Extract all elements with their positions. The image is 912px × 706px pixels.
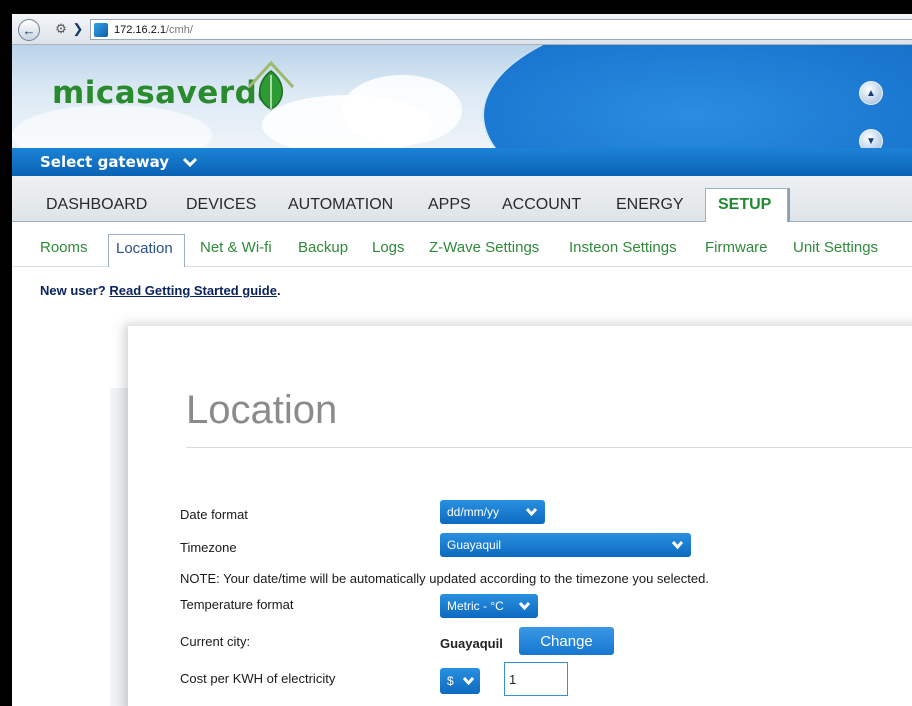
change-city-button[interactable]: Change bbox=[519, 627, 614, 655]
location-panel: Location Date format dd/mm/yy Timezone G… bbox=[128, 326, 912, 706]
date-format-select[interactable]: dd/mm/yy bbox=[440, 500, 545, 524]
browser-window: ← ⚙ ❯ 172.16.2.1/cmh/ micasaverde ▲ ▼ Se… bbox=[12, 14, 912, 706]
cost-per-kwh-input[interactable] bbox=[504, 662, 568, 696]
back-arrow-icon[interactable]: ← bbox=[18, 19, 40, 41]
current-city-value: Guayaquil bbox=[440, 636, 503, 651]
current-city-label: Current city: bbox=[180, 634, 251, 649]
timezone-select[interactable]: Guayaquil bbox=[440, 533, 691, 557]
tab-dashboard[interactable]: DASHBOARD bbox=[46, 196, 147, 214]
subtab-firmware[interactable]: Firmware bbox=[705, 239, 768, 256]
new-user-notice: New user? Read Getting Started guide. bbox=[40, 283, 281, 298]
subtab-zwave-settings[interactable]: Z-Wave Settings bbox=[429, 239, 539, 256]
subtab-rooms[interactable]: Rooms bbox=[40, 239, 88, 256]
temperature-format-label: Temperature format bbox=[180, 597, 294, 612]
cost-per-kwh-label: Cost per KWH of electricity bbox=[180, 671, 336, 686]
date-format-label: Date format bbox=[180, 507, 248, 522]
temperature-format-value: Metric - °C bbox=[447, 599, 504, 613]
url-field[interactable]: 172.16.2.1/cmh/ bbox=[90, 19, 912, 40]
main-nav: DASHBOARD DEVICES AUTOMATION APPS ACCOUN… bbox=[12, 176, 912, 223]
tab-setup[interactable]: SETUP bbox=[705, 188, 788, 223]
currency-value: $ bbox=[447, 674, 454, 688]
address-bar: ← ⚙ ❯ 172.16.2.1/cmh/ bbox=[12, 14, 912, 45]
title-divider bbox=[186, 447, 912, 448]
url-host: 172.16.2.1 bbox=[114, 23, 166, 36]
site-favicon-icon bbox=[94, 22, 108, 37]
timezone-note: NOTE: Your date/time will be automatical… bbox=[180, 571, 709, 586]
url-path: /cmh/ bbox=[166, 23, 193, 36]
cloud-decoration bbox=[342, 75, 462, 145]
new-user-suffix: . bbox=[276, 283, 281, 298]
tab-devices[interactable]: DEVICES bbox=[186, 196, 256, 214]
key-icon[interactable]: ⚙ bbox=[52, 20, 70, 38]
chevron-down-icon bbox=[462, 676, 475, 686]
getting-started-link[interactable]: Read Getting Started guide bbox=[109, 283, 277, 298]
cloud-decoration bbox=[12, 105, 212, 148]
gateway-bar[interactable]: Select gateway bbox=[12, 148, 912, 176]
chevron-down-icon bbox=[525, 507, 538, 517]
timezone-value: Guayaquil bbox=[447, 538, 502, 552]
chevron-down-icon bbox=[518, 601, 531, 611]
subtab-logs[interactable]: Logs bbox=[372, 239, 405, 256]
date-format-value: dd/mm/yy bbox=[447, 505, 500, 519]
tab-energy[interactable]: ENERGY bbox=[616, 196, 684, 214]
subtab-location[interactable]: Location bbox=[108, 234, 185, 267]
page-title: Location bbox=[186, 388, 338, 432]
timezone-label: Timezone bbox=[180, 540, 237, 555]
subtab-location-label: Location bbox=[116, 240, 173, 257]
scroll-down-icon[interactable]: ▼ bbox=[859, 129, 883, 148]
currency-select[interactable]: $ bbox=[440, 668, 480, 694]
house-leaf-logo-icon bbox=[247, 60, 295, 110]
temperature-format-select[interactable]: Metric - °C bbox=[440, 594, 538, 618]
chevron-down-icon bbox=[671, 540, 684, 550]
new-user-prefix: New user? bbox=[40, 283, 106, 298]
sub-nav: Rooms Location Net & Wi-fi Backup Logs Z… bbox=[12, 222, 912, 267]
select-gateway-label[interactable]: Select gateway bbox=[40, 153, 169, 171]
subtab-unit-settings[interactable]: Unit Settings bbox=[793, 239, 878, 256]
subtab-insteon-settings[interactable]: Insteon Settings bbox=[569, 239, 677, 256]
tab-automation[interactable]: AUTOMATION bbox=[288, 196, 393, 214]
tab-setup-label: SETUP bbox=[718, 196, 772, 213]
subtab-net-wifi[interactable]: Net & Wi-fi bbox=[200, 239, 272, 256]
chevron-down-icon[interactable] bbox=[181, 155, 199, 169]
sky-globe bbox=[482, 45, 912, 148]
subtab-backup[interactable]: Backup bbox=[298, 239, 348, 256]
header-banner: micasaverde ▲ ▼ bbox=[12, 45, 912, 148]
tab-account[interactable]: ACCOUNT bbox=[502, 196, 581, 214]
scroll-up-icon[interactable]: ▲ bbox=[859, 81, 883, 105]
tab-apps[interactable]: APPS bbox=[428, 196, 471, 214]
forward-chevron-icon[interactable]: ❯ bbox=[72, 21, 84, 36]
